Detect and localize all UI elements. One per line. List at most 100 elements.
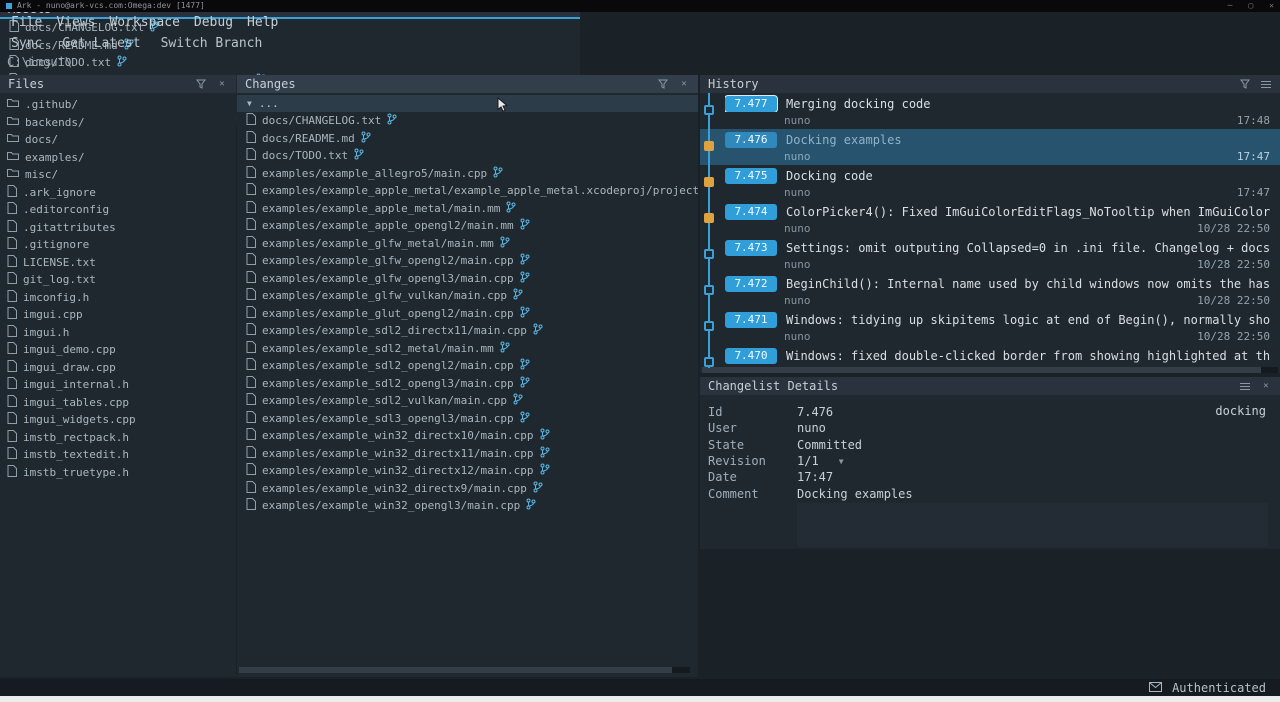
filter-icon[interactable] [195, 78, 207, 90]
file-icon [246, 201, 256, 216]
file-tree-item[interactable]: git_log.txt [0, 271, 236, 289]
changed-file-row[interactable]: examples/example_sdl2_opengl3/main.cpp [237, 375, 698, 393]
graph-node-icon [704, 321, 714, 331]
graph-node-icon [704, 141, 714, 151]
scrollbar-thumb[interactable] [239, 667, 672, 673]
history-entry[interactable]: 7.472 BeginChild(): Internal name used b… [700, 273, 1280, 309]
switch-branch-button[interactable]: Switch Branch [154, 36, 270, 51]
changed-file-path: examples/example_sdl2_opengl2/main.cpp [262, 359, 514, 372]
file-name: LICENSE.txt [23, 256, 96, 269]
changeset-time: 10/28 22:50 [1197, 294, 1270, 307]
minimize-button[interactable]: ─ [1228, 0, 1233, 12]
file-tree-item[interactable]: imgui_tables.cpp [0, 394, 236, 412]
file-tree-item[interactable]: imstb_textedit.h [0, 446, 236, 464]
history-entry[interactable]: 7.470 Windows: fixed double-clicked bord… [700, 345, 1280, 368]
horizontal-scrollbar[interactable] [239, 667, 690, 673]
comment-area[interactable] [797, 503, 1268, 547]
close-icon[interactable]: ✕ [216, 78, 228, 90]
file-icon [7, 447, 17, 462]
maximize-button[interactable]: ▢ [1248, 0, 1253, 12]
close-icon[interactable]: ✕ [1260, 380, 1272, 392]
menu-workspace[interactable]: Workspace [102, 15, 186, 30]
filter-icon[interactable] [1239, 78, 1251, 90]
history-entry[interactable]: 7.474 ColorPicker4(): Fixed ImGuiColorEd… [700, 201, 1280, 237]
file-tree-item[interactable]: backends/ [0, 114, 236, 132]
changed-file-row[interactable]: examples/example_glfw_metal/main.mm [237, 235, 698, 253]
file-tree-item[interactable]: imgui_demo.cpp [0, 341, 236, 359]
folder-icon [7, 151, 19, 164]
filter-icon[interactable] [657, 78, 669, 90]
changed-file-row[interactable]: examples/example_win32_directx12/main.cp… [237, 462, 698, 480]
get-latest-button[interactable]: Get Latest [55, 36, 147, 51]
menu-views[interactable]: Views [49, 15, 102, 30]
field-revision: Revision 1/1 ▼ [700, 453, 1280, 469]
file-tree-item[interactable]: imgui.h [0, 324, 236, 342]
branch-icon [506, 201, 516, 216]
changed-file-row[interactable]: examples/example_glfw_opengl3/main.cpp [237, 270, 698, 288]
changed-file-row[interactable]: docs/README.md [237, 130, 698, 148]
changed-file-row[interactable]: docs/CHANGELOG.txt [237, 112, 698, 130]
file-tree-item[interactable]: imgui_widgets.cpp [0, 411, 236, 429]
file-tree-item[interactable]: misc/ [0, 166, 236, 184]
changed-file-row[interactable]: examples/example_sdl2_directx11/main.cpp [237, 322, 698, 340]
file-tree-item[interactable]: imstb_truetype.h [0, 464, 236, 482]
changed-file-row[interactable]: examples/example_sdl2_vulkan/main.cpp [237, 392, 698, 410]
file-tree-item[interactable]: docs/ [0, 131, 236, 149]
sync-button[interactable]: Sync [4, 36, 49, 51]
file-tree-item[interactable]: imgui_internal.h [0, 376, 236, 394]
file-tree-item[interactable]: .github/ [0, 96, 236, 114]
file-tree-item[interactable]: .editorconfig [0, 201, 236, 219]
menu-icon[interactable] [1239, 380, 1251, 392]
file-tree-item[interactable]: imgui.cpp [0, 306, 236, 324]
menu-file[interactable]: File [4, 15, 49, 30]
file-tree-item[interactable]: .gitattributes [0, 219, 236, 237]
history-entry[interactable]: 7.471 Windows: tidying up skipitems logi… [700, 309, 1280, 345]
history-panel-title: History [708, 77, 759, 91]
file-icon [246, 428, 256, 443]
scrollbar-thumb[interactable] [702, 367, 1261, 373]
changed-file-row[interactable]: examples/example_win32_opengl3/main.cpp [237, 497, 698, 515]
revision-dropdown[interactable]: 1/1 ▼ [797, 454, 844, 468]
file-name: imgui.cpp [23, 308, 83, 321]
changeset-badge: 7.476 [725, 132, 777, 148]
changed-file-row[interactable]: examples/example_glfw_opengl2/main.cpp [237, 252, 698, 270]
menu-help[interactable]: Help [240, 15, 285, 30]
changed-file-row[interactable]: examples/example_allegro5/main.cpp [237, 165, 698, 183]
menu-debug[interactable]: Debug [187, 15, 240, 30]
close-icon[interactable]: ✕ [678, 78, 690, 90]
changed-file-row[interactable]: examples/example_sdl2_metal/main.mm [237, 340, 698, 358]
history-entry[interactable]: 7.475 Docking code nuno 17:47 [700, 165, 1280, 201]
file-tree-item[interactable]: imconfig.h [0, 289, 236, 307]
file-tree-item[interactable]: examples/ [0, 149, 236, 167]
changed-file-row[interactable]: examples/example_glut_opengl2/main.cpp [237, 305, 698, 323]
chevron-down-icon[interactable]: ▼ [247, 99, 252, 108]
changed-file-path: examples/example_sdl2_metal/main.mm [262, 342, 494, 355]
changed-file-row[interactable]: examples/example_glfw_vulkan/main.cpp [237, 287, 698, 305]
history-entry[interactable]: 7.473 Settings: omit outputing Collapsed… [700, 237, 1280, 273]
file-tree-item[interactable]: imstb_rectpack.h [0, 429, 236, 447]
file-tree-item[interactable]: imgui_draw.cpp [0, 359, 236, 377]
file-tree-item[interactable]: .gitignore [0, 236, 236, 254]
changed-file-row[interactable]: docs/TODO.txt [237, 147, 698, 165]
horizontal-scrollbar[interactable] [702, 367, 1278, 373]
menu-icon[interactable] [1260, 78, 1272, 90]
history-entry[interactable]: 7.476 Docking examples nuno 17:47 [700, 129, 1280, 165]
changed-file-row[interactable]: examples/example_sdl3_opengl3/main.cpp [237, 410, 698, 428]
file-tree-item[interactable]: LICENSE.txt [0, 254, 236, 272]
changed-file-row[interactable]: examples/example_apple_metal/main.mm [237, 200, 698, 218]
close-button[interactable]: ✕ [1269, 0, 1274, 12]
history-entry[interactable]: 7.477 Merging docking code nuno 17:48 [700, 93, 1280, 129]
file-icon [246, 463, 256, 478]
changed-file-row[interactable]: examples/example_apple_metal/example_app… [237, 182, 698, 200]
field-comment: Comment Docking examples [700, 485, 1280, 501]
file-tree-item[interactable]: .ark_ignore [0, 184, 236, 202]
changes-root-row[interactable]: ▼ ... [237, 95, 698, 112]
changed-file-row[interactable]: examples/example_win32_directx10/main.cp… [237, 427, 698, 445]
changeset-time: 10/28 22:50 [1197, 222, 1270, 235]
file-name: misc/ [25, 168, 58, 181]
changed-file-row[interactable]: examples/example_win32_directx11/main.cp… [237, 445, 698, 463]
changed-file-row[interactable]: examples/example_apple_opengl2/main.mm [237, 217, 698, 235]
changed-file-row[interactable]: examples/example_win32_directx9/main.cpp [237, 480, 698, 498]
changed-file-row[interactable]: examples/example_sdl2_opengl2/main.cpp [237, 357, 698, 375]
history-list: 7.477 Merging docking code nuno 17:48 7.… [700, 93, 1280, 368]
